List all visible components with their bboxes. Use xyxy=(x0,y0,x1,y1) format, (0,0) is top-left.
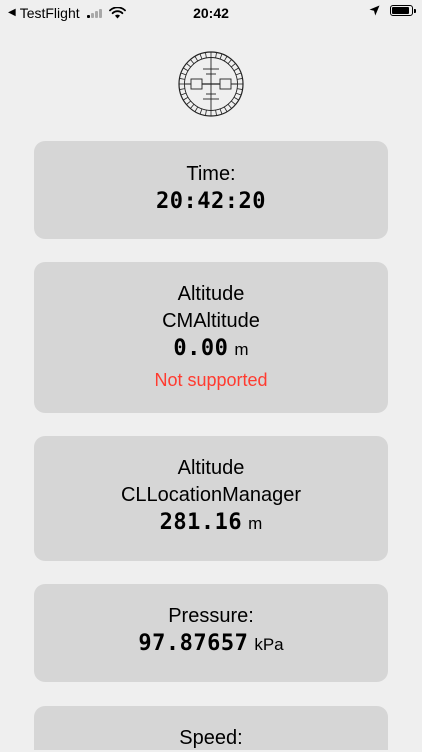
cl-altitude-label: Altitude xyxy=(177,457,245,479)
speed-label: Speed: xyxy=(179,727,243,749)
dial-tick xyxy=(205,110,207,116)
dial-tick xyxy=(227,59,232,64)
dial-tick xyxy=(199,53,203,60)
time-label: Time: xyxy=(186,163,236,185)
dial-tick xyxy=(223,106,228,112)
cl-altitude-value: 281.16 xyxy=(159,510,243,535)
dial-tick xyxy=(215,52,217,58)
pressure-value: 97.87657 xyxy=(138,631,249,656)
cm-altitude-value: 0.00 xyxy=(173,336,229,361)
dial-tick xyxy=(227,104,232,109)
dial-tick xyxy=(233,67,239,72)
dial-tick xyxy=(199,108,203,115)
cm-altitude-status: Not supported xyxy=(154,370,268,390)
cl-altitude-unit: m xyxy=(248,514,263,533)
battery-icon xyxy=(390,5,416,16)
dial-tick xyxy=(183,96,189,101)
dial-tick xyxy=(190,59,195,64)
pressure-unit: kPa xyxy=(254,635,284,654)
dial-tick xyxy=(179,78,185,80)
dial-tick xyxy=(190,104,195,109)
dial-tick xyxy=(183,67,189,72)
dial-tick xyxy=(235,72,242,76)
dial-tick xyxy=(180,72,187,76)
dial-tick xyxy=(231,63,236,68)
barometer-dial-icon xyxy=(178,51,244,117)
dial-tick xyxy=(186,63,191,68)
dial-tick xyxy=(235,92,242,96)
pressure-card: Pressure: 97.87657 kPa xyxy=(34,584,388,682)
speed-card: Speed: xyxy=(34,706,388,750)
dial-tick xyxy=(205,52,207,58)
status-bar: ◀ TestFlight 20:42 xyxy=(0,0,422,26)
cm-altitude-card: Altitude CMAltitude 0.00 m Not supported xyxy=(34,262,388,413)
dial-tick xyxy=(219,53,223,60)
status-time: 20:42 xyxy=(193,5,229,21)
dial-tick xyxy=(180,92,187,96)
cm-altitude-source: CMAltitude xyxy=(162,310,260,332)
dial-tick xyxy=(219,108,223,115)
cm-altitude-label: Altitude xyxy=(177,283,245,305)
cl-altitude-card: Altitude CLLocationManager 281.16 m xyxy=(34,436,388,561)
time-value: 20:42:20 xyxy=(156,189,266,214)
dial-tick xyxy=(237,88,243,90)
dial-tick xyxy=(179,88,185,90)
time-card: Time: 20:42:20 xyxy=(34,141,388,239)
pressure-label: Pressure: xyxy=(168,605,254,627)
dial-tick xyxy=(237,78,243,80)
cl-altitude-source: CLLocationManager xyxy=(120,484,302,506)
dial-tick xyxy=(233,96,239,101)
dial-tick xyxy=(194,56,199,62)
cm-altitude-unit: m xyxy=(234,340,249,359)
battery-level xyxy=(392,7,410,14)
dial-tick xyxy=(215,110,217,116)
dial-tick xyxy=(194,106,199,112)
dial-tick xyxy=(223,56,228,62)
dial-tick xyxy=(231,100,236,105)
location-arrow-icon xyxy=(369,5,380,16)
dial-tick xyxy=(186,100,191,105)
